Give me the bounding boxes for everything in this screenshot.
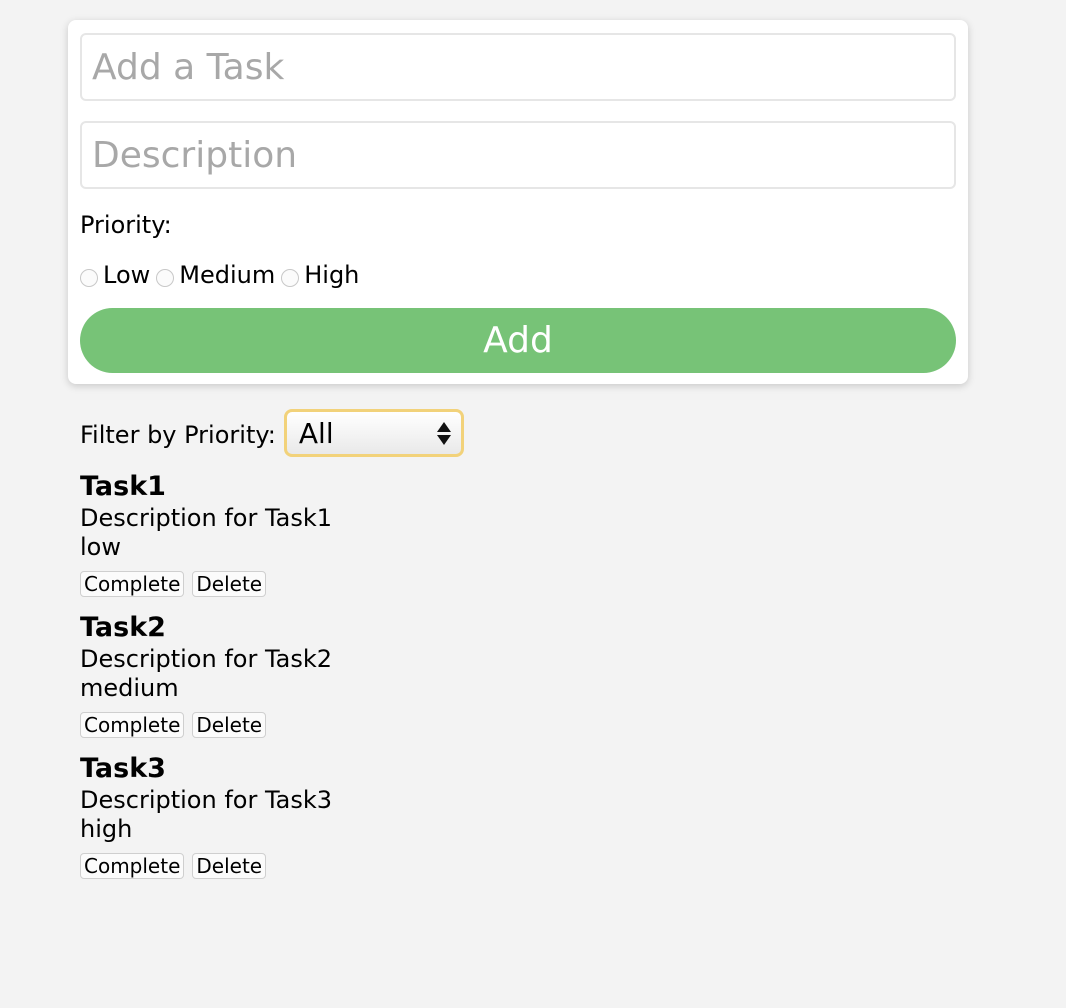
filter-selected-value: All bbox=[298, 417, 334, 450]
todo-page: Priority: Low Medium High Add Filter by … bbox=[0, 0, 1066, 1008]
radio-medium-label: Medium bbox=[179, 261, 276, 289]
task-description: Description for Task3 bbox=[80, 786, 333, 814]
task-item: Task3 Description for Task3 high Complet… bbox=[80, 752, 480, 893]
delete-button[interactable]: Delete bbox=[192, 853, 267, 879]
task-actions: Complete Delete bbox=[80, 712, 274, 738]
radio-low-label: Low bbox=[103, 261, 151, 289]
task-list: Task1 Description for Task1 low Complete… bbox=[80, 470, 480, 893]
priority-radio-group: Low Medium High bbox=[80, 258, 365, 292]
task-priority: low bbox=[80, 533, 121, 561]
task-priority: high bbox=[80, 815, 133, 843]
priority-option-high[interactable]: High bbox=[281, 260, 359, 290]
task-actions: Complete Delete bbox=[80, 571, 274, 597]
task-description: Description for Task2 bbox=[80, 645, 333, 673]
priority-option-low[interactable]: Low bbox=[80, 260, 150, 290]
radio-low[interactable] bbox=[80, 269, 98, 287]
task-priority: medium bbox=[80, 674, 179, 702]
task-title-input[interactable] bbox=[80, 33, 956, 101]
task-title: Task2 bbox=[80, 612, 166, 643]
radio-high[interactable] bbox=[281, 269, 300, 287]
priority-option-medium[interactable]: Medium bbox=[156, 260, 275, 290]
add-task-button[interactable]: Add bbox=[80, 308, 956, 373]
priority-filter: Filter by Priority: All bbox=[80, 409, 464, 457]
task-item: Task2 Description for Task2 medium Compl… bbox=[80, 611, 480, 752]
task-title: Task3 bbox=[80, 753, 166, 784]
delete-button[interactable]: Delete bbox=[192, 571, 267, 597]
radio-medium[interactable] bbox=[156, 269, 175, 287]
radio-high-label: High bbox=[304, 261, 360, 289]
delete-button[interactable]: Delete bbox=[192, 712, 267, 738]
task-description-input[interactable] bbox=[80, 121, 956, 189]
task-description: Description for Task1 bbox=[80, 504, 333, 532]
priority-label: Priority: bbox=[80, 211, 172, 239]
task-item: Task1 Description for Task1 low Complete… bbox=[80, 470, 480, 611]
complete-button[interactable]: Complete bbox=[80, 712, 185, 738]
priority-filter-select[interactable]: All bbox=[283, 409, 464, 457]
task-title: Task1 bbox=[80, 471, 166, 502]
complete-button[interactable]: Complete bbox=[80, 571, 185, 597]
complete-button[interactable]: Complete bbox=[80, 853, 185, 879]
task-actions: Complete Delete bbox=[80, 853, 274, 879]
task-form-card: Priority: Low Medium High Add bbox=[68, 20, 968, 384]
filter-label: Filter by Priority: bbox=[80, 421, 276, 449]
select-arrows-icon bbox=[436, 420, 451, 448]
